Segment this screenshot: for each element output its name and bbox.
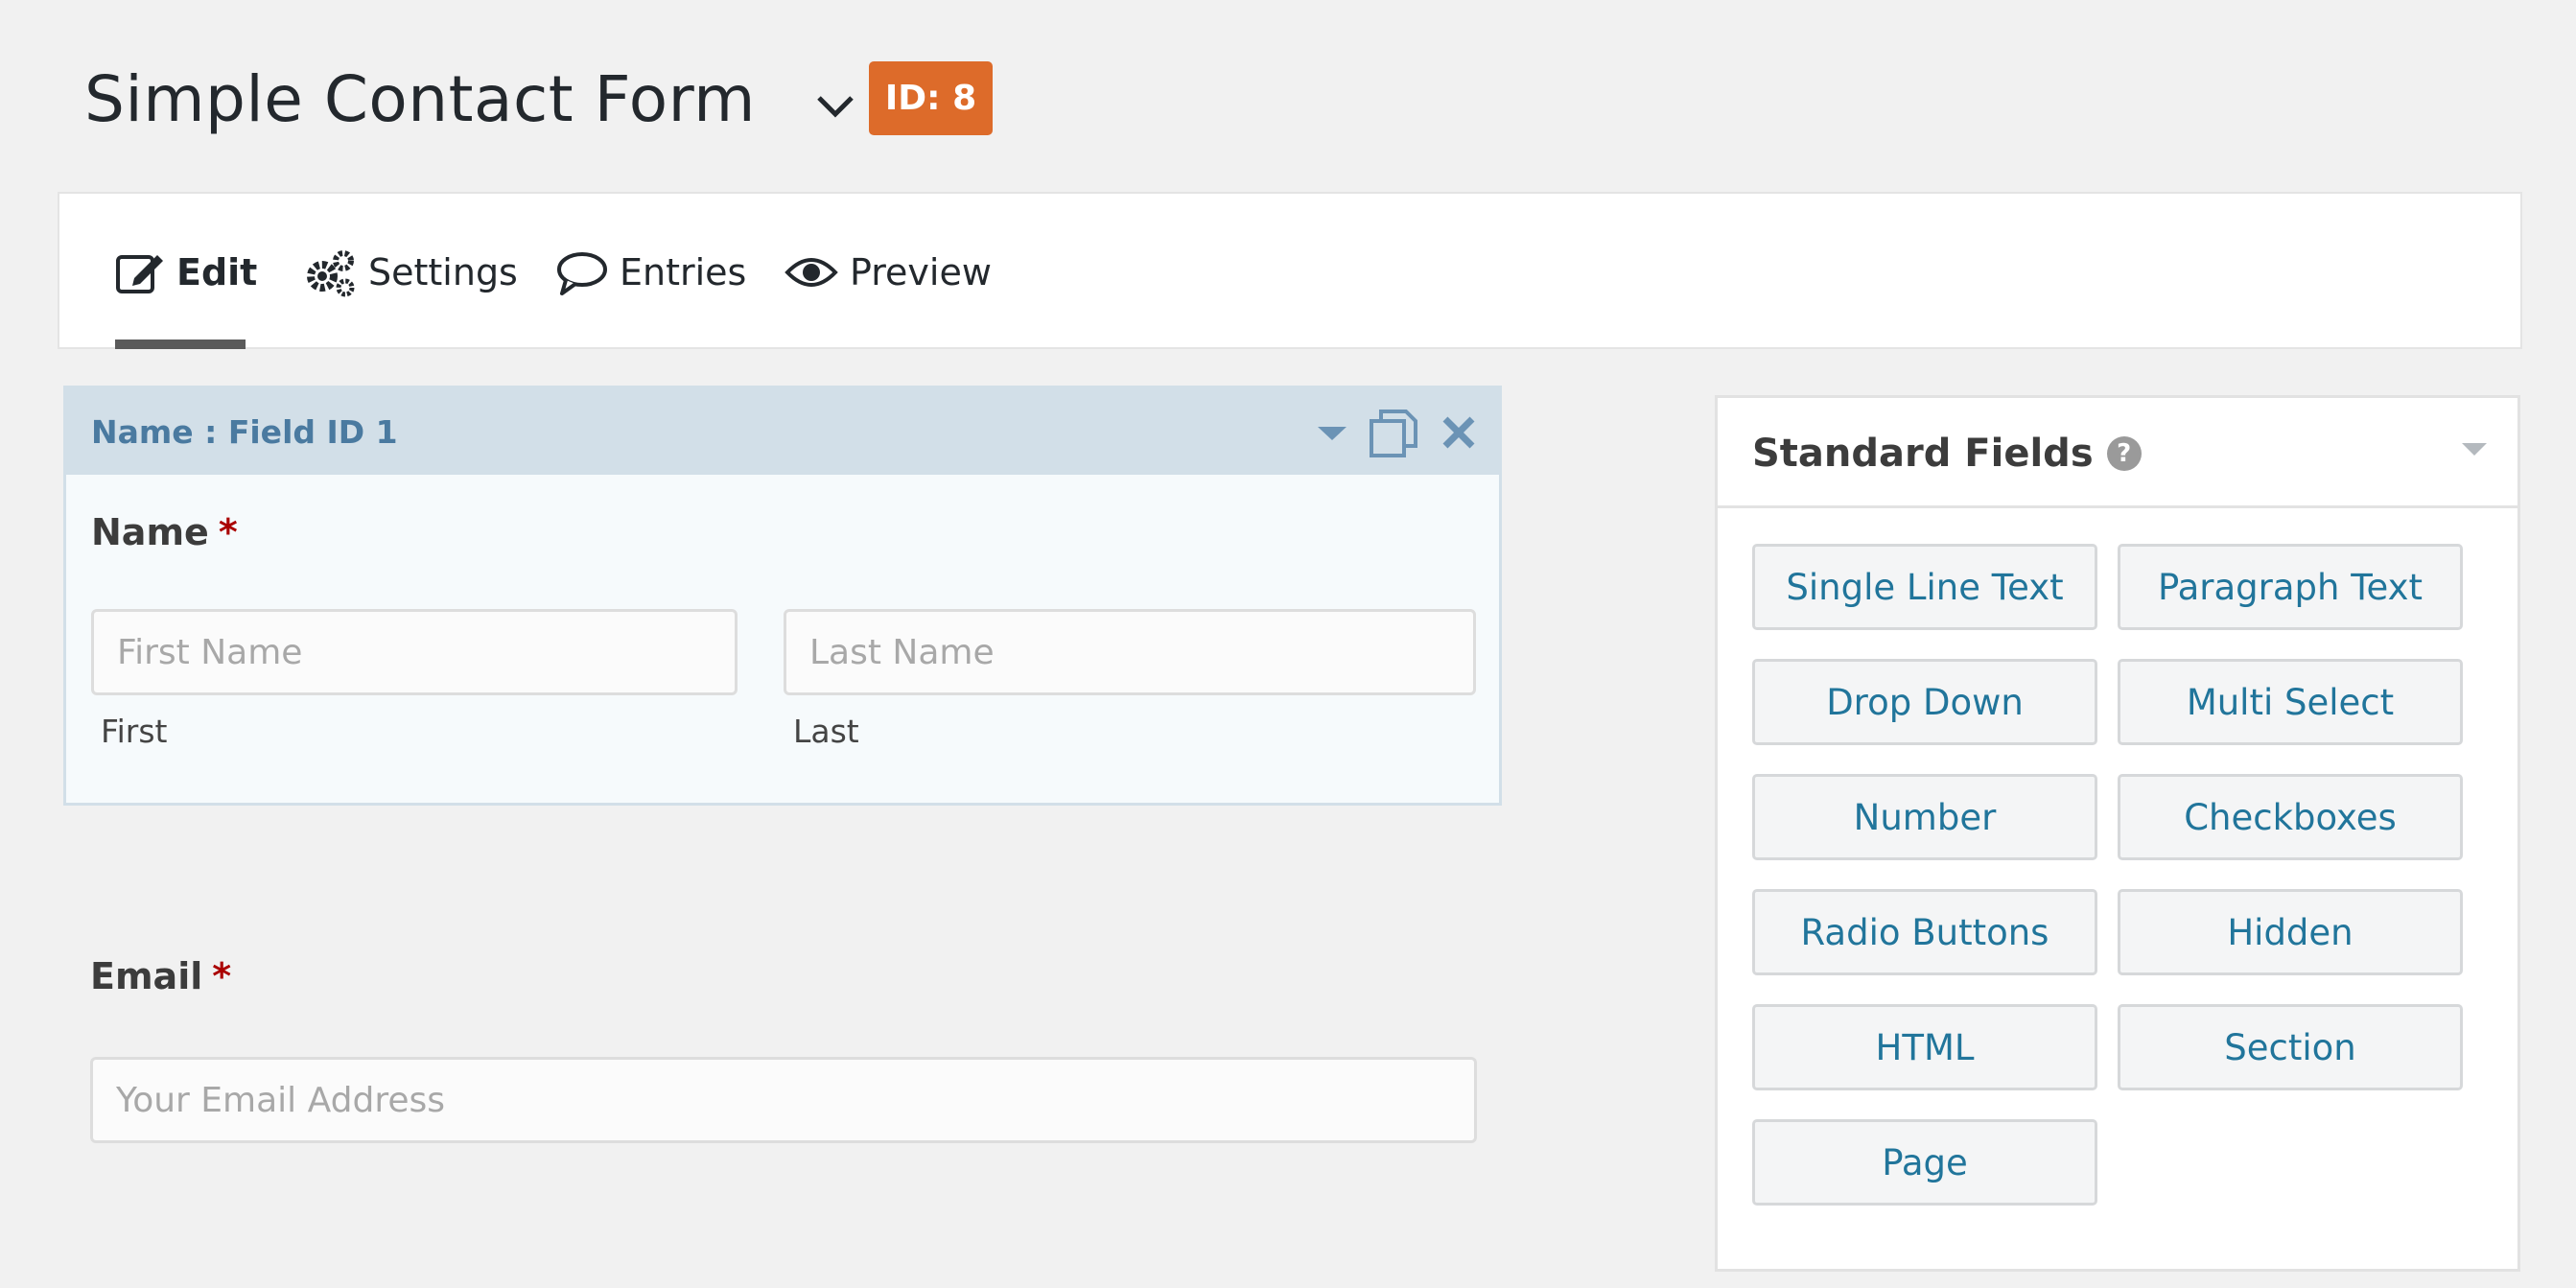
- panel-title-text: Standard Fields: [1752, 431, 2094, 476]
- email-label-text: Email: [90, 955, 203, 997]
- tab-edit-label: Edit: [176, 251, 258, 293]
- first-sublabel: First: [101, 713, 168, 750]
- add-single-line-text-button[interactable]: Single Line Text: [1752, 544, 2097, 630]
- name-field-card[interactable]: Name : Field ID 1 Name* First Last: [63, 386, 1502, 806]
- form-id-badge: ID: 8: [869, 61, 993, 135]
- speech-bubble-icon: [556, 249, 608, 295]
- tab-entries[interactable]: Entries: [556, 194, 746, 351]
- panel-toggle-arrow-icon[interactable]: [2460, 440, 2489, 461]
- tab-bar: Edit Settings Entries Preview: [58, 192, 2522, 349]
- add-drop-down-button[interactable]: Drop Down: [1752, 659, 2097, 745]
- panel-title: Standard Fields ?: [1752, 398, 2142, 508]
- gears-icon: [303, 247, 357, 297]
- chevron-down-icon[interactable]: [813, 84, 857, 129]
- active-tab-indicator: [115, 340, 246, 349]
- last-name-input[interactable]: [784, 609, 1476, 695]
- required-marker: *: [212, 955, 232, 997]
- tab-entries-label: Entries: [620, 251, 747, 293]
- name-label-text: Name: [91, 511, 209, 553]
- add-html-button[interactable]: HTML: [1752, 1004, 2097, 1090]
- tab-edit[interactable]: Edit: [115, 194, 257, 351]
- add-paragraph-text-button[interactable]: Paragraph Text: [2118, 544, 2463, 630]
- last-sublabel: Last: [793, 713, 859, 750]
- field-header[interactable]: Name : Field ID 1: [66, 388, 1499, 475]
- first-name-input[interactable]: [91, 609, 738, 695]
- edit-icon: [115, 249, 165, 295]
- help-icon[interactable]: ?: [2106, 435, 2142, 471]
- form-title-row: Simple Contact Form: [84, 56, 857, 142]
- tab-settings[interactable]: Settings: [303, 194, 518, 351]
- form-title: Simple Contact Form: [84, 61, 756, 136]
- eye-icon: [785, 253, 838, 292]
- field-header-title: Name : Field ID 1: [91, 412, 398, 451]
- email-input[interactable]: [90, 1057, 1477, 1143]
- add-radio-buttons-button[interactable]: Radio Buttons: [1752, 889, 2097, 975]
- panel-header[interactable]: Standard Fields ?: [1718, 398, 2517, 508]
- standard-fields-panel: Standard Fields ? Single Line Text Parag…: [1715, 395, 2520, 1272]
- name-label: Name *: [91, 511, 238, 553]
- add-section-button[interactable]: Section: [2118, 1004, 2463, 1090]
- add-multi-select-button[interactable]: Multi Select: [2118, 659, 2463, 745]
- add-page-button[interactable]: Page: [1752, 1119, 2097, 1206]
- add-number-button[interactable]: Number: [1752, 774, 2097, 860]
- tab-preview-label: Preview: [850, 251, 992, 293]
- add-checkboxes-button[interactable]: Checkboxes: [2118, 774, 2463, 860]
- duplicate-icon[interactable]: [1367, 410, 1420, 457]
- close-icon[interactable]: [1436, 410, 1482, 456]
- tab-preview[interactable]: Preview: [785, 194, 992, 351]
- collapse-arrow-icon[interactable]: [1313, 410, 1351, 456]
- add-hidden-button[interactable]: Hidden: [2118, 889, 2463, 975]
- tab-settings-label: Settings: [368, 251, 518, 293]
- required-marker: *: [218, 511, 238, 553]
- email-label: Email *: [90, 955, 231, 997]
